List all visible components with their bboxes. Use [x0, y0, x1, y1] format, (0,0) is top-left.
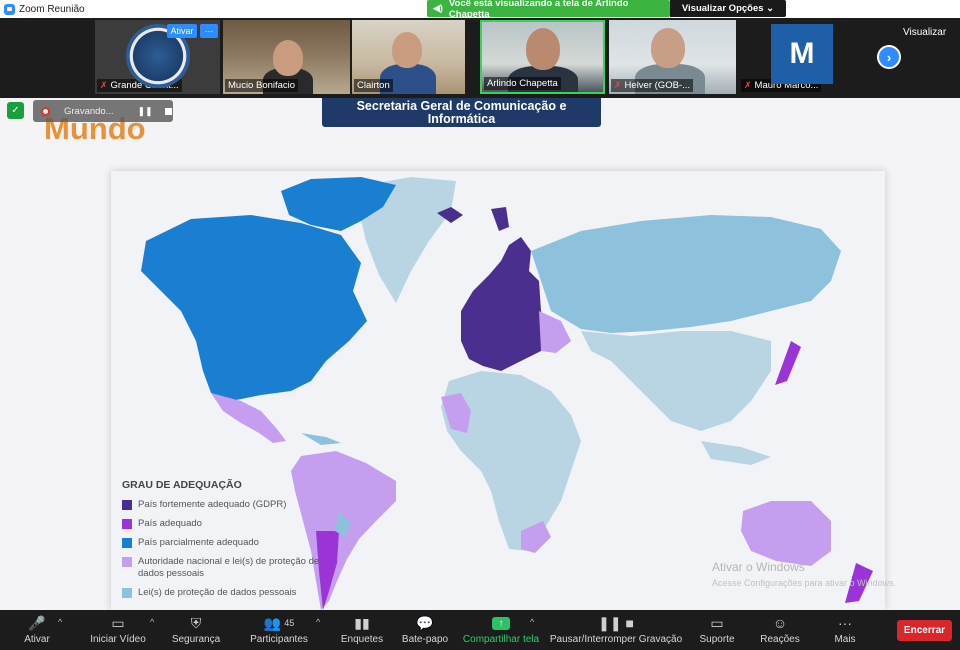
poll-icon: ▮▮	[354, 614, 370, 631]
map-region	[581, 331, 771, 431]
zoom-logo-icon	[4, 3, 15, 15]
map-region	[141, 215, 367, 401]
window-title: Zoom Reunião	[19, 3, 85, 15]
start-video-button[interactable]: ▭ Iniciar Vídeo	[88, 610, 148, 650]
support-icon: ▭	[710, 614, 724, 631]
map-legend: GRAU DE ADEQUAÇÃO País fortemente adequa…	[122, 479, 322, 606]
participant-name: Mucio Bonifacio	[225, 79, 299, 92]
legend-swatch	[122, 538, 132, 548]
pause-stop-recording-button[interactable]: ❚❚ ■ Pausar/Interromper Gravação	[550, 610, 682, 650]
participant-face	[526, 28, 560, 70]
mic-muted-icon: ✗	[744, 80, 752, 90]
zoom-window: Zoom Reunião ◀) Você está visualizando a…	[0, 0, 960, 650]
participant-tile[interactable]: Clairton	[352, 20, 465, 94]
screen-share-notice-text: Você está visualizando a tela de Arlindo…	[448, 0, 629, 20]
more-options-button[interactable]: ···	[200, 24, 218, 38]
windows-activation-title: Ativar o Windows	[712, 560, 805, 574]
mute-button[interactable]: 🎤 Ativar	[18, 610, 56, 650]
participant-face	[273, 40, 303, 76]
polls-button[interactable]: ▮▮ Enquetes	[340, 610, 384, 650]
participant-face	[392, 32, 422, 68]
share-screen-icon: ↑	[492, 612, 510, 634]
participant-count: 45	[284, 618, 295, 628]
chat-button[interactable]: 💬 Bate-papo	[400, 610, 450, 650]
legend-swatch	[122, 500, 132, 510]
participants-button[interactable]: 👥 45 Participantes	[248, 610, 310, 650]
mic-muted-icon: 🎤	[28, 614, 46, 631]
map-region	[775, 341, 801, 385]
view-options-button[interactable]: Visualizar Opções ⌄	[670, 0, 786, 17]
participant-tile[interactable]: Mucio Bonifacio	[223, 20, 350, 94]
support-button[interactable]: ▭ Suporte	[696, 610, 738, 650]
participant-tile-active-speaker[interactable]: Arlindo Chapetta	[480, 20, 605, 94]
view-button[interactable]: Visualizar	[903, 27, 946, 38]
security-button[interactable]: ⛨ Segurança	[170, 610, 222, 650]
participant-name: Clairton	[354, 79, 393, 92]
avatar: M	[771, 24, 833, 84]
legend-swatch	[122, 557, 132, 567]
security-shield-icon[interactable]: ✓	[7, 102, 24, 119]
more-button[interactable]: ··· Mais	[830, 610, 860, 650]
participants-options-chevron-icon[interactable]: ^	[316, 617, 320, 627]
video-options-chevron-icon[interactable]: ^	[150, 617, 154, 627]
shared-screen: Secretaria Geral de Comunicação e Inform…	[0, 98, 960, 610]
recording-label: Gravando...	[64, 105, 114, 117]
end-meeting-button[interactable]: Encerrar	[897, 620, 952, 641]
people-icon: 👥 45	[263, 614, 295, 631]
participant-tile[interactable]: ✗ Helver (GOB-...	[609, 20, 736, 94]
reaction-icon: ☺	[772, 615, 788, 631]
pause-recording-icon[interactable]: ❚❚	[138, 106, 153, 117]
more-icon: ···	[838, 615, 852, 631]
slide-banner: Secretaria Geral de Comunicação e Inform…	[322, 98, 601, 127]
legend-item: País fortemente adequado (GDPR)	[122, 499, 322, 511]
map-region	[211, 393, 286, 443]
legend-item: País adequado	[122, 518, 322, 530]
audio-options-chevron-icon[interactable]: ^	[58, 617, 62, 627]
screen-share-notice: ◀) Você está visualizando a tela de Arli…	[427, 0, 670, 20]
participant-name: ✗ Helver (GOB-...	[611, 79, 693, 92]
legend-item: Autoridade nacional e lei(s) de proteção…	[122, 556, 322, 580]
chat-icon: 💬	[416, 614, 434, 631]
pause-stop-icon: ❚❚ ■	[598, 614, 634, 631]
legend-swatch	[122, 588, 132, 598]
recording-indicator: Gravando... ❚❚	[33, 100, 173, 122]
legend-swatch	[122, 519, 132, 529]
legend-item: Lei(s) de proteção de dados pessoais	[122, 587, 322, 599]
mic-muted-icon: ✗	[100, 80, 108, 90]
next-page-button[interactable]: ›	[877, 45, 901, 69]
windows-activation-subtitle: Acesse Configurações para ativar o Windo…	[712, 578, 897, 588]
speaker-icon: ◀)	[433, 3, 443, 13]
legend-item: País parcialmente adequado	[122, 537, 322, 549]
legend-title: GRAU DE ADEQUAÇÃO	[122, 479, 242, 491]
reactions-button[interactable]: ☺ Reações	[760, 610, 800, 650]
map-region	[701, 441, 771, 465]
record-icon	[41, 106, 50, 116]
participants-strip: ✗Grande Orient... Ativar ··· Mucio Bonif…	[0, 18, 960, 98]
map-region	[741, 501, 831, 566]
map-region	[531, 215, 841, 333]
participant-name: Arlindo Chapetta	[484, 77, 561, 90]
map-region	[301, 433, 341, 445]
share-options-chevron-icon[interactable]: ^	[530, 617, 534, 627]
participant-face	[651, 28, 685, 68]
share-screen-button[interactable]: ↑ Compartilhar tela	[461, 610, 541, 650]
ativar-button[interactable]: Ativar	[167, 24, 197, 38]
shield-icon: ⛨	[190, 614, 202, 631]
video-off-icon: ▭	[111, 614, 125, 631]
map-region	[491, 207, 509, 231]
stop-recording-icon[interactable]	[164, 107, 172, 115]
meeting-toolbar: 🎤 Ativar ^ ▭ Iniciar Vídeo ^ ⛨ Segurança…	[0, 610, 960, 650]
mic-muted-icon: ✗	[614, 80, 622, 90]
